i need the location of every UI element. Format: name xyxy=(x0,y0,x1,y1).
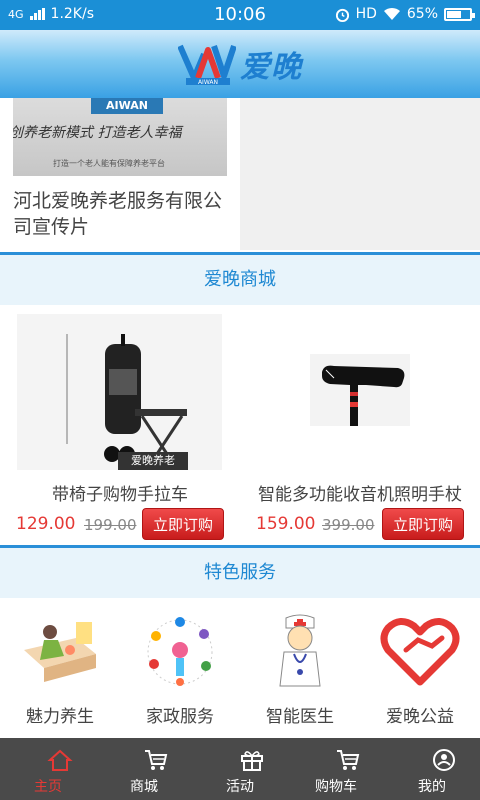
status-right: HD 65% xyxy=(335,6,475,22)
battery-percent: 65% xyxy=(406,6,438,22)
empty-card xyxy=(240,98,480,250)
service-charity[interactable]: 爱晚公益 xyxy=(360,598,480,738)
product-name[interactable]: 智能多功能收音机照明手杖 xyxy=(240,480,480,505)
doctor-icon xyxy=(260,610,340,690)
tab-cart[interactable]: 购物车 xyxy=(288,738,384,800)
tab-activity[interactable]: 活动 xyxy=(192,738,288,800)
app-logo: AIWAN 爱晚 xyxy=(177,42,302,86)
alarm-icon xyxy=(335,8,349,22)
service-wellness[interactable]: 魅力养生 xyxy=(0,598,120,738)
battery-fill xyxy=(447,10,462,18)
shop-section-title: 爱晚商城 xyxy=(0,255,480,305)
product-price: 159.00 xyxy=(256,514,316,534)
service-label: 魅力养生 xyxy=(26,707,94,727)
status-bar: 4G 1.2K/s 10:06 HD 65% xyxy=(0,0,480,30)
home-icon xyxy=(47,749,73,771)
tab-label: 主页 xyxy=(34,779,62,795)
tab-label: 我的 xyxy=(418,779,446,795)
tab-label: 活动 xyxy=(226,779,254,795)
shopping-cart-chair-image[interactable]: 爱晚养老 xyxy=(17,314,222,470)
cart-icon xyxy=(145,750,168,770)
service-label: 家政服务 xyxy=(146,707,214,727)
product-old-price: 399.00 xyxy=(322,516,375,534)
video-card[interactable]: AIWAN 创养老新模式 打造老人幸福 打造一个老人能有保障养老平台 河北爱晚养… xyxy=(0,98,240,250)
tab-label: 商城 xyxy=(130,779,158,795)
product-card[interactable]: 智能多功能收音机照明手杖 159.00 399.00 立即订购 xyxy=(240,310,480,545)
charity-heart-icon xyxy=(380,610,460,690)
smart-cane-image[interactable] xyxy=(310,354,410,426)
service-label: 智能医生 xyxy=(266,707,334,727)
video-thumbnail[interactable]: AIWAN 创养老新模式 打造老人幸福 打造一个老人能有保障养老平台 xyxy=(13,98,227,176)
user-icon xyxy=(433,749,455,771)
video-badge: AIWAN xyxy=(91,98,163,114)
gift-icon xyxy=(241,751,263,771)
video-subline: 打造一个老人能有保障养老平台 xyxy=(53,159,165,168)
tab-label: 购物车 xyxy=(315,779,357,795)
hd-indicator: HD xyxy=(355,6,377,22)
image-watermark: 爱晚养老 xyxy=(118,452,188,470)
service-housekeeping[interactable]: 家政服务 xyxy=(120,598,240,738)
tab-home[interactable]: 主页 xyxy=(0,738,96,800)
buy-now-button[interactable]: 立即订购 xyxy=(382,508,464,540)
product-price: 129.00 xyxy=(16,514,76,534)
product-old-price: 199.00 xyxy=(84,516,137,534)
video-slogan: 创养老新模式 打造老人幸福 xyxy=(13,125,182,141)
video-title[interactable]: 河北爱晚养老服务有限公司宣传片 xyxy=(13,188,233,240)
battery-icon xyxy=(444,7,475,21)
housekeeping-icon xyxy=(140,610,220,690)
service-doctor[interactable]: 智能医生 xyxy=(240,598,360,738)
bottom-tabbar: 主页 商城 活动 购物车 我的 xyxy=(0,738,480,800)
app-header: AIWAN 爱晚 xyxy=(0,30,480,98)
tab-mall[interactable]: 商城 xyxy=(96,738,192,800)
logo-sub-text: AIWAN xyxy=(198,79,218,86)
cart-icon xyxy=(337,750,360,770)
services-section-title: 特色服务 xyxy=(0,548,480,598)
services-grid: 魅力养生 家政服务 智能医生 爱晚公益 xyxy=(0,598,480,738)
product-name[interactable]: 带椅子购物手拉车 xyxy=(0,480,240,505)
product-card[interactable]: 爱晚养老 带椅子购物手拉车 129.00 199.00 立即订购 xyxy=(0,310,240,545)
brand-name: 爱晚 xyxy=(240,50,302,85)
buy-now-button[interactable]: 立即订购 xyxy=(142,508,224,540)
tab-mine[interactable]: 我的 xyxy=(384,738,480,800)
wellness-icon xyxy=(20,610,100,690)
service-label: 爱晚公益 xyxy=(386,707,454,727)
logo-mark-icon: AIWAN xyxy=(177,42,237,86)
wifi-icon xyxy=(383,7,400,20)
